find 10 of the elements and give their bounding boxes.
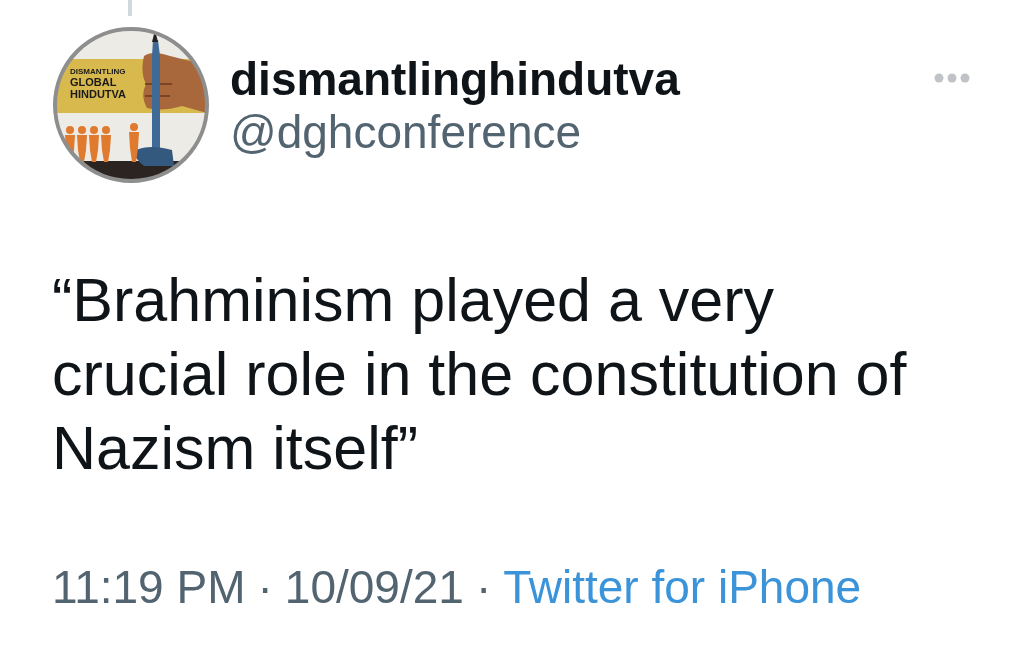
tweet-date: 10/09/21 bbox=[284, 561, 464, 613]
tweet-text: “Brahminism played a very crucial role in the constitution of Nazism itself” bbox=[52, 265, 908, 484]
more-options-icon[interactable] bbox=[934, 73, 970, 83]
avatar-logo-text: DISMANTLING GLOBAL HINDUTVA bbox=[70, 67, 126, 100]
author-name: dismantlinghindutva bbox=[230, 53, 680, 105]
author-handle: @dghconference bbox=[230, 106, 583, 158]
separator-dot: · bbox=[257, 561, 273, 613]
separator-dot: · bbox=[475, 561, 492, 613]
source-link[interactable]: Twitter for iPhone bbox=[503, 561, 862, 613]
tweet-time: 11:19 PM bbox=[52, 561, 246, 613]
